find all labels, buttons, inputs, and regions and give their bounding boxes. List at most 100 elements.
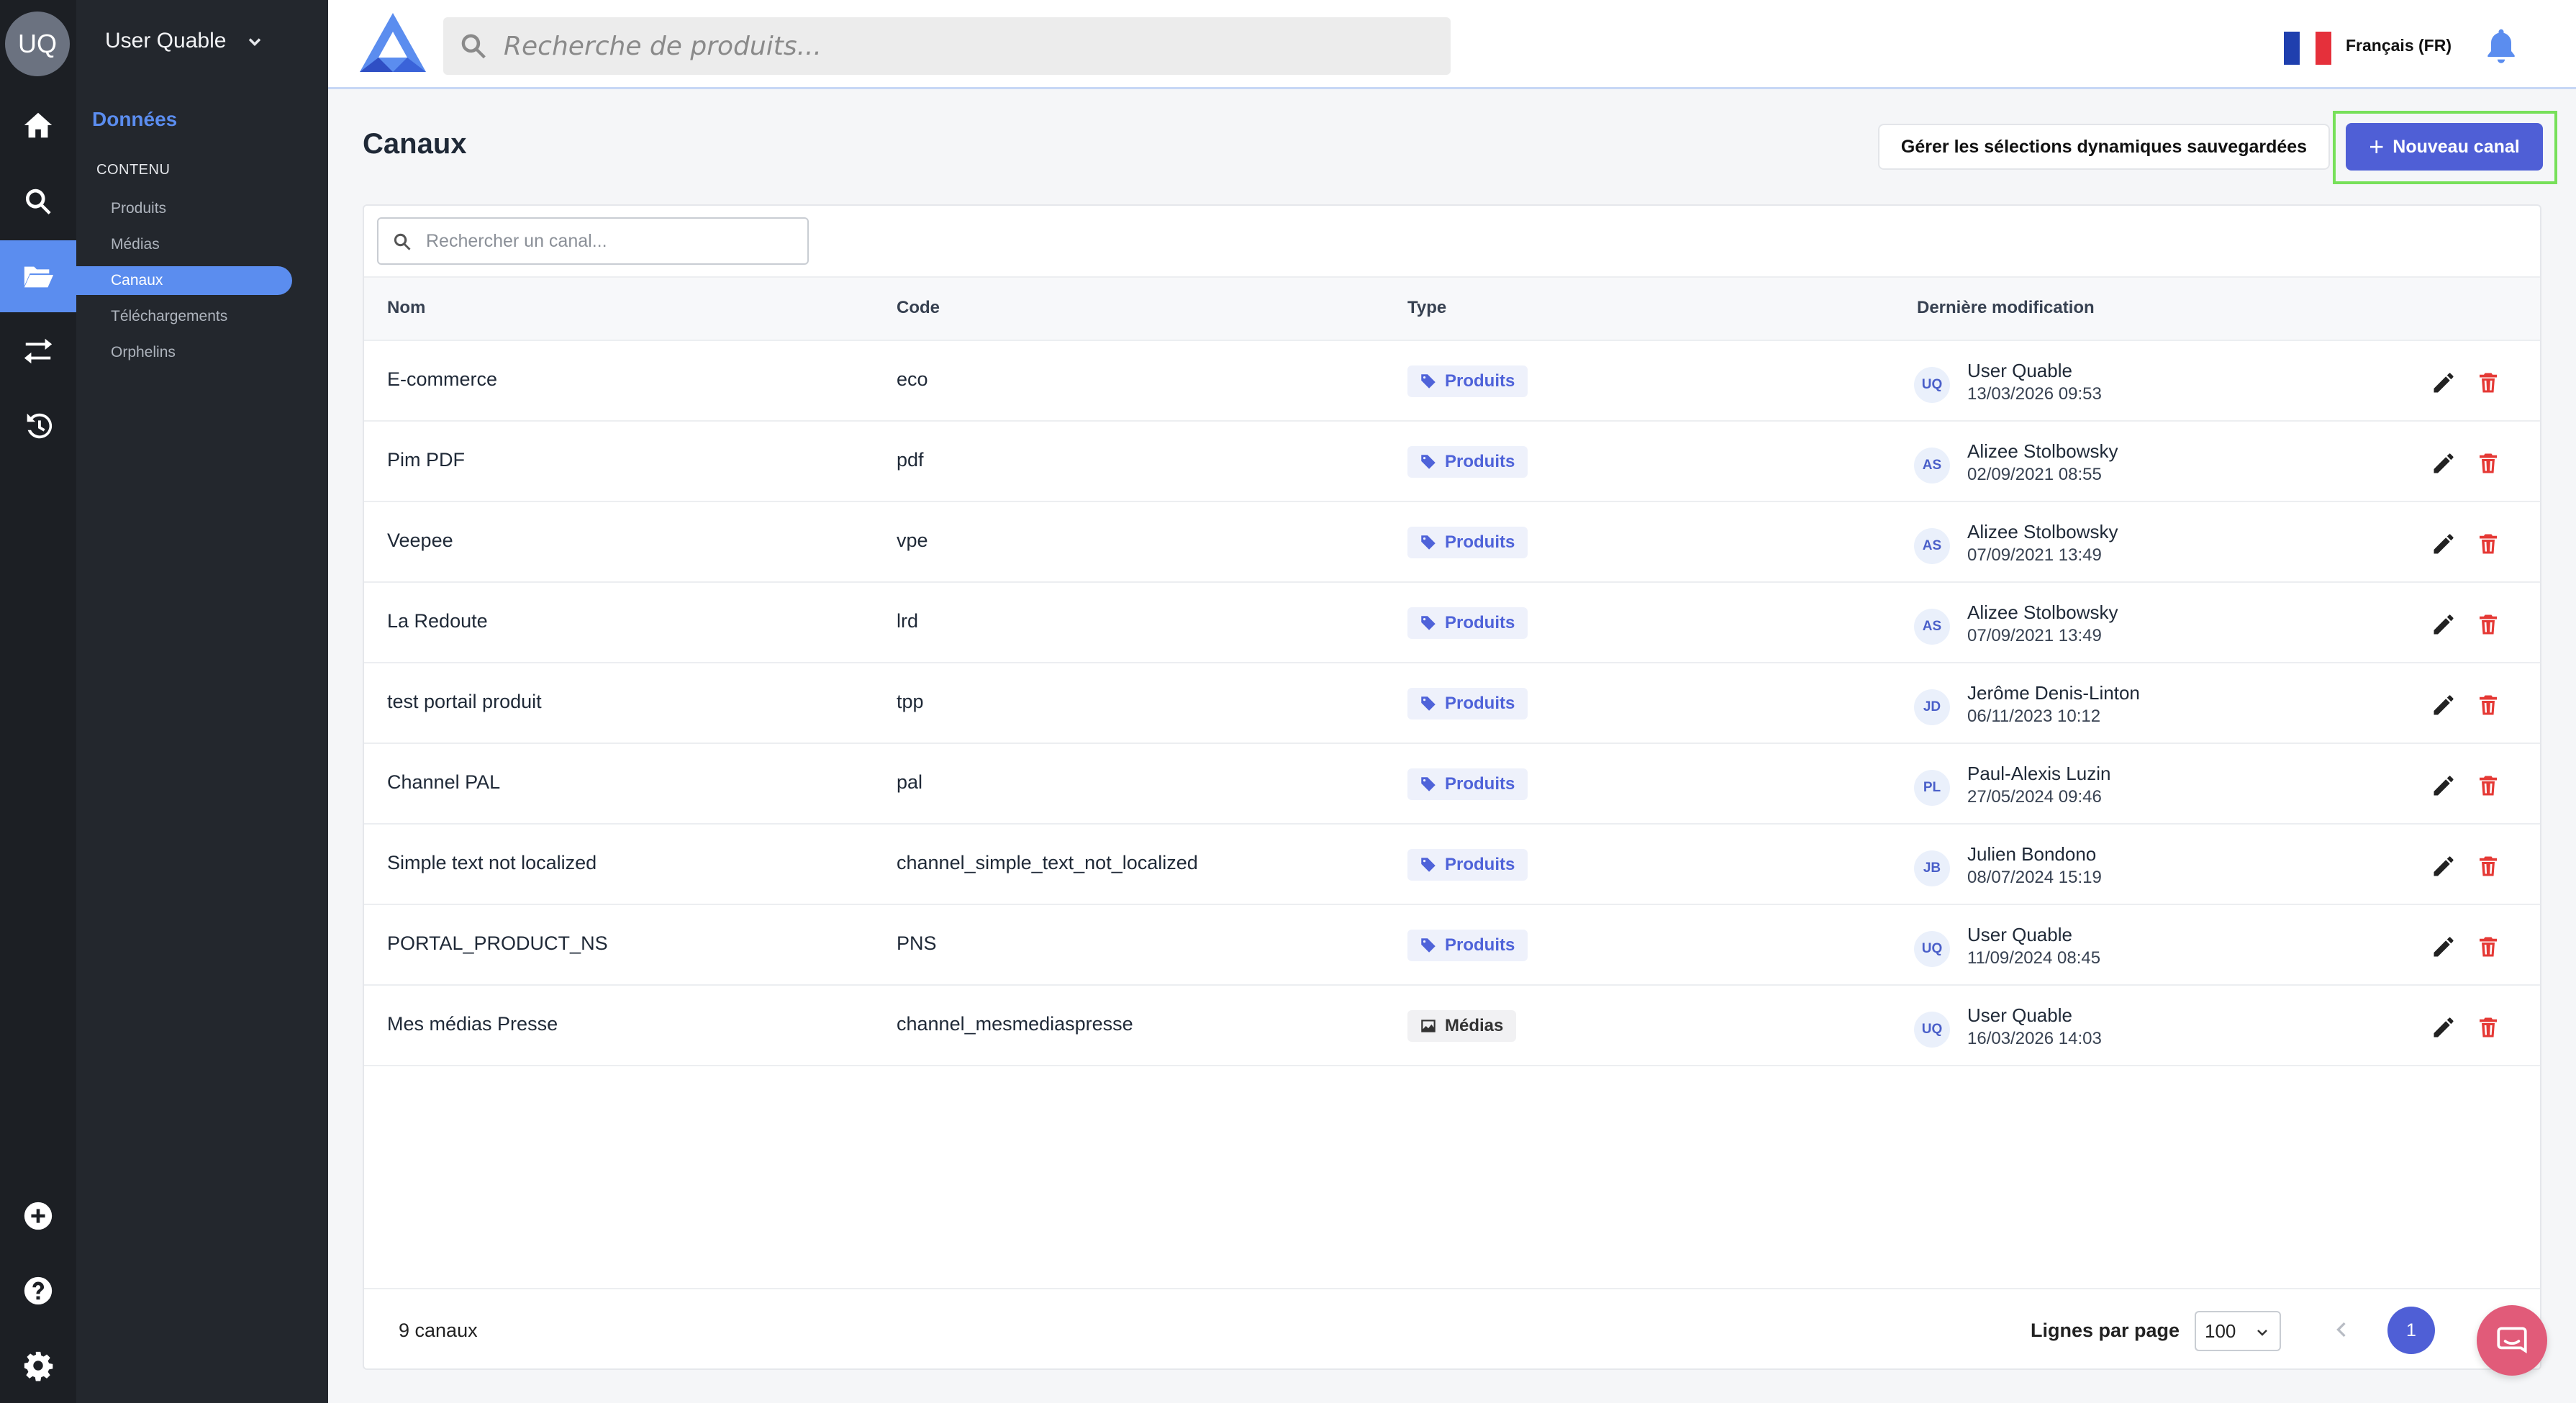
chat-support-button[interactable]: [2477, 1305, 2547, 1376]
logo-icon[interactable]: [357, 10, 429, 75]
row-name[interactable]: E-commerce: [387, 368, 497, 391]
trash-icon[interactable]: [2475, 612, 2501, 637]
type-label: Produits: [1445, 532, 1515, 552]
sidebar-item-canaux[interactable]: Canaux: [76, 266, 292, 295]
column-header-name[interactable]: Nom: [387, 298, 425, 318]
modified-date: 07/09/2021 13:49: [1967, 545, 2102, 565]
bell-icon[interactable]: [2481, 26, 2521, 66]
row-name[interactable]: Simple text not localized: [387, 852, 597, 874]
sidebar-item-orphelins[interactable]: Orphelins: [76, 338, 292, 367]
tag-icon: [1419, 775, 1438, 794]
row-code: tpp: [897, 691, 924, 712]
pagination-current-page[interactable]: 1: [2387, 1307, 2435, 1354]
type-label: Produits: [1445, 613, 1515, 632]
rows-per-page-select[interactable]: 100: [2195, 1311, 2281, 1351]
modified-by: Alizee Stolbowsky: [1967, 440, 2118, 462]
help-circle-icon[interactable]: [0, 1255, 76, 1327]
avatar: AS: [1914, 609, 1950, 645]
user-avatar[interactable]: UQ: [5, 12, 70, 76]
table-row[interactable]: Simple text not localized channel_simple…: [364, 825, 2540, 905]
table-row[interactable]: test portail produit tpp Produits JD Jer…: [364, 663, 2540, 744]
trash-icon[interactable]: [2475, 531, 2501, 557]
user-menu[interactable]: User Quable: [105, 29, 226, 53]
sidebar-item-medias[interactable]: Médias: [76, 230, 292, 259]
row-code: channel_mesmediaspresse: [897, 1013, 1133, 1035]
trash-icon[interactable]: [2475, 1014, 2501, 1040]
chevron-down-icon[interactable]: [245, 32, 265, 52]
edit-icon[interactable]: [2431, 612, 2457, 637]
product-search: [443, 17, 1451, 75]
home-icon[interactable]: [0, 89, 76, 161]
type-badge: Produits: [1407, 930, 1528, 961]
edit-icon[interactable]: [2431, 853, 2457, 879]
trash-icon[interactable]: [2475, 853, 2501, 879]
edit-icon[interactable]: [2431, 692, 2457, 718]
chevron-down-icon: [2257, 1330, 2267, 1336]
manage-dynamic-selections-button[interactable]: Gérer les sélections dynamiques sauvegar…: [1878, 124, 2330, 170]
type-label: Produits: [1445, 855, 1515, 874]
row-name[interactable]: test portail produit: [387, 691, 542, 713]
sidebar-item-telechargements[interactable]: Téléchargements: [76, 302, 292, 331]
modified-by: User Quable: [1967, 360, 2072, 381]
trash-icon[interactable]: [2475, 370, 2501, 396]
row-name[interactable]: Channel PAL: [387, 771, 500, 794]
edit-icon[interactable]: [2431, 934, 2457, 960]
plus-circle-icon[interactable]: [0, 1180, 76, 1252]
trash-icon[interactable]: [2475, 692, 2501, 718]
column-header-code[interactable]: Code: [897, 298, 940, 318]
type-badge: Produits: [1407, 768, 1528, 800]
table-row[interactable]: Channel PAL pal Produits PL Paul-Alexis …: [364, 744, 2540, 825]
sidebar-section-title[interactable]: Données: [92, 108, 177, 131]
trash-icon[interactable]: [2475, 450, 2501, 476]
folder-open-icon[interactable]: [0, 240, 76, 312]
edit-icon[interactable]: [2431, 531, 2457, 557]
type-badge: Produits: [1407, 365, 1528, 397]
tag-icon: [1419, 855, 1438, 874]
modified-date: 07/09/2021 13:49: [1967, 626, 2102, 645]
chevron-left-icon[interactable]: [2328, 1317, 2354, 1343]
row-name[interactable]: PORTAL_PRODUCT_NS: [387, 932, 608, 955]
table-row[interactable]: Pim PDF pdf Produits AS Alizee Stolbowsk…: [364, 422, 2540, 502]
table-row[interactable]: E-commerce eco Produits UQ User Quable 1…: [364, 341, 2540, 422]
rows-per-page-label: Lignes par page: [2031, 1320, 2180, 1341]
row-name[interactable]: Veepee: [387, 530, 453, 552]
modified-by: Alizee Stolbowsky: [1967, 601, 2118, 623]
channel-count: 9 canaux: [399, 1320, 478, 1341]
table-row[interactable]: PORTAL_PRODUCT_NS PNS Produits UQ User Q…: [364, 905, 2540, 986]
table-header: Nom Code Type Dernière modification: [364, 276, 2540, 341]
tag-icon: [1419, 533, 1438, 552]
page-title: Canaux: [363, 128, 467, 160]
column-header-modified[interactable]: Dernière modification: [1917, 298, 2095, 318]
row-name[interactable]: La Redoute: [387, 610, 488, 632]
edit-icon[interactable]: [2431, 1014, 2457, 1040]
chat-icon: [2497, 1327, 2527, 1354]
row-code: channel_simple_text_not_localized: [897, 852, 1198, 873]
channel-search-input[interactable]: [426, 219, 800, 263]
modified-date: 13/03/2026 09:53: [1967, 384, 2102, 404]
table-footer: 9 canaux Lignes par page 100 1: [364, 1288, 2540, 1368]
table-row[interactable]: Veepee vpe Produits AS Alizee Stolbowsky…: [364, 502, 2540, 583]
trash-icon[interactable]: [2475, 773, 2501, 799]
table-row[interactable]: Mes médias Presse channel_mesmediaspress…: [364, 986, 2540, 1066]
avatar: JB: [1914, 850, 1950, 886]
edit-icon[interactable]: [2431, 370, 2457, 396]
product-search-input[interactable]: [504, 17, 1432, 75]
sidebar-item-produits[interactable]: Produits: [76, 194, 292, 223]
new-channel-button[interactable]: + Nouveau canal: [2346, 123, 2543, 171]
modified-date: 11/09/2024 08:45: [1967, 948, 2101, 968]
edit-icon[interactable]: [2431, 773, 2457, 799]
row-name[interactable]: Pim PDF: [387, 449, 465, 471]
swap-arrows-icon[interactable]: [0, 315, 76, 387]
avatar: JD: [1914, 689, 1950, 725]
history-icon[interactable]: [0, 390, 76, 462]
search-icon[interactable]: [0, 165, 76, 237]
row-name[interactable]: Mes médias Presse: [387, 1013, 558, 1035]
edit-icon[interactable]: [2431, 450, 2457, 476]
gear-icon[interactable]: [0, 1330, 76, 1402]
table-row[interactable]: La Redoute lrd Produits AS Alizee Stolbo…: [364, 583, 2540, 663]
french-flag-icon[interactable]: [2284, 32, 2331, 65]
tag-icon: [1419, 694, 1438, 713]
language-selector[interactable]: Français (FR): [2346, 36, 2452, 55]
column-header-type[interactable]: Type: [1407, 298, 1446, 318]
trash-icon[interactable]: [2475, 934, 2501, 960]
